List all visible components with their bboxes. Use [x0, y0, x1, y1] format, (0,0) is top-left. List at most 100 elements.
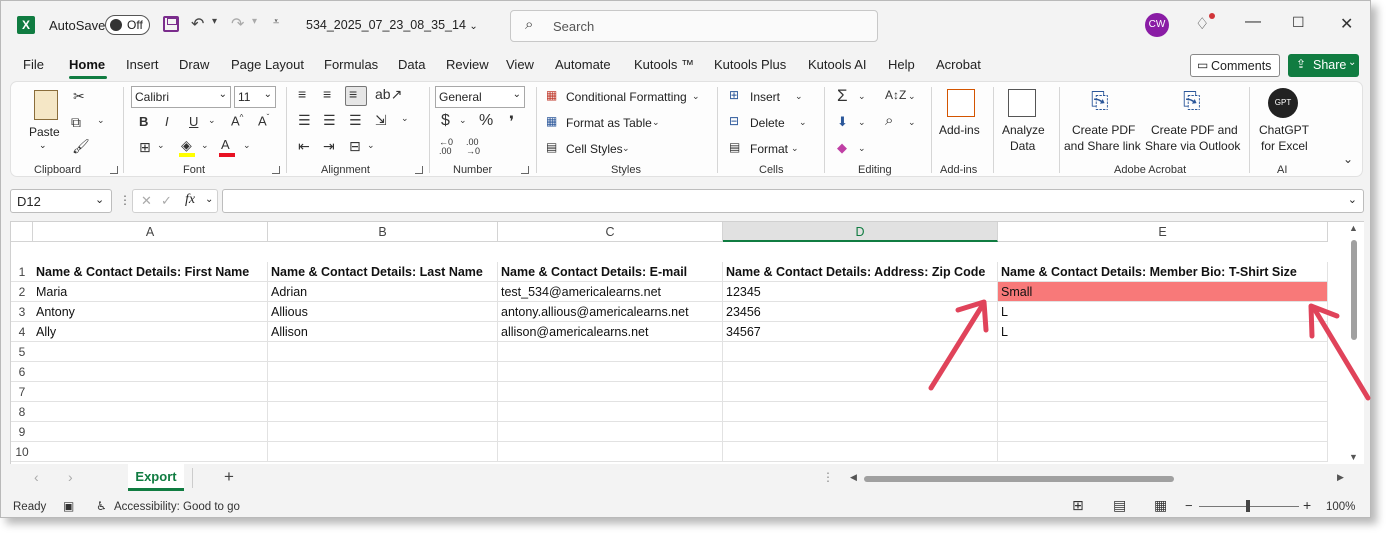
merge-center-icon[interactable]: ⊟: [349, 138, 361, 155]
chatgpt-line1[interactable]: ChatGPT: [1259, 123, 1309, 137]
empty-cell[interactable]: [268, 422, 498, 442]
analyze-data-line2[interactable]: Data: [1010, 139, 1035, 153]
empty-cell[interactable]: [33, 362, 268, 382]
empty-cell[interactable]: [723, 402, 998, 422]
row-header[interactable]: 4: [11, 322, 33, 342]
chevron-down-icon[interactable]: ⌄: [858, 143, 866, 154]
undo-icon[interactable]: ↶: [191, 14, 204, 34]
empty-cell[interactable]: [998, 402, 1328, 422]
chevron-down-icon[interactable]: ⌄: [791, 143, 799, 154]
header-cell[interactable]: Name & Contact Details: Member Bio: T-Sh…: [998, 262, 1328, 282]
table-cell[interactable]: L: [998, 322, 1328, 342]
enter-icon[interactable]: ✓: [161, 193, 172, 209]
empty-cell[interactable]: [268, 442, 498, 462]
chevron-down-icon[interactable]: ⌄: [97, 115, 105, 126]
sheet-tab-export[interactable]: Export: [128, 464, 184, 491]
add-sheet-icon[interactable]: +: [224, 467, 234, 487]
add-ins-icon[interactable]: [947, 89, 975, 117]
share-button[interactable]: ⇪ Share ⌄: [1288, 54, 1359, 77]
header-cell[interactable]: Name & Contact Details: First Name: [33, 262, 268, 282]
page-break-view-icon[interactable]: ▦: [1154, 497, 1167, 514]
table-cell[interactable]: Small: [998, 282, 1328, 302]
format-as-table-button[interactable]: Format as Table: [566, 116, 652, 130]
chevron-down-icon[interactable]: ⌄: [201, 140, 209, 151]
vertical-scrollbar[interactable]: ▲ ▼: [1348, 223, 1360, 464]
empty-cell[interactable]: [33, 422, 268, 442]
cell-styles-button[interactable]: Cell Styles: [566, 142, 623, 156]
row-header[interactable]: 2: [11, 282, 33, 302]
chevron-down-icon[interactable]: ⌄: [367, 140, 375, 151]
row-header[interactable]: 3: [11, 302, 33, 322]
horizontal-scroll-thumb[interactable]: [864, 476, 1174, 482]
top-align-icon[interactable]: ≡: [298, 86, 306, 102]
redo-dropdown-icon[interactable]: ▾: [252, 16, 257, 27]
percent-icon[interactable]: %: [479, 112, 493, 130]
chevron-down-icon[interactable]: ⌄: [692, 91, 700, 102]
tab-help[interactable]: Help: [888, 57, 915, 72]
increase-font-icon[interactable]: A^: [231, 113, 243, 128]
chevron-down-icon[interactable]: ⌄: [858, 117, 866, 128]
empty-cell[interactable]: [998, 342, 1328, 362]
empty-cell[interactable]: [723, 382, 998, 402]
scroll-up-icon[interactable]: ▲: [1349, 223, 1358, 233]
search-input[interactable]: ⌕ Search: [510, 10, 878, 42]
chevron-down-icon[interactable]: ⌄: [622, 143, 630, 154]
number-format-select[interactable]: General ⌄: [435, 86, 525, 108]
tab-acrobat[interactable]: Acrobat: [936, 57, 981, 72]
header-cell[interactable]: Name & Contact Details: Last Name: [268, 262, 498, 282]
bold-icon[interactable]: B: [139, 114, 148, 129]
empty-cell[interactable]: [998, 442, 1328, 462]
zoom-level[interactable]: 100%: [1326, 501, 1355, 513]
chevron-down-icon[interactable]: ⌄: [908, 117, 916, 128]
table-cell[interactable]: antony.allious@americalearns.net: [498, 302, 723, 322]
create-pdf-share-line1[interactable]: Create PDF: [1072, 123, 1135, 137]
accessibility-status[interactable]: Accessibility: Good to go: [114, 501, 240, 513]
tab-data[interactable]: Data: [398, 57, 425, 72]
table-cell[interactable]: 12345: [723, 282, 998, 302]
table-cell[interactable]: allison@americalearns.net: [498, 322, 723, 342]
tab-view[interactable]: View: [506, 57, 534, 72]
scroll-left-icon[interactable]: ◀: [850, 472, 857, 483]
font-launcher-icon[interactable]: [272, 166, 280, 174]
macro-record-icon[interactable]: ▣: [63, 499, 74, 513]
tab-kutools-ai[interactable]: Kutools AI: [808, 57, 867, 72]
empty-cell[interactable]: [268, 362, 498, 382]
increase-decimal-icon[interactable]: ←0.00: [439, 138, 453, 156]
paste-label[interactable]: Paste: [29, 125, 60, 139]
table-cell[interactable]: Ally: [33, 322, 268, 342]
table-cell[interactable]: Allison: [268, 322, 498, 342]
table-cell[interactable]: 23456: [723, 302, 998, 322]
align-left-icon[interactable]: ☰: [298, 112, 311, 129]
minimize-icon[interactable]: —: [1245, 13, 1261, 31]
analyze-data-icon[interactable]: [1008, 89, 1036, 117]
maximize-icon[interactable]: ☐: [1292, 14, 1305, 31]
tab-kutools-plus[interactable]: Kutools Plus: [714, 57, 786, 72]
empty-cell[interactable]: [723, 442, 998, 462]
spreadsheet-grid[interactable]: A B C D E 1 Name & Contact Details: First…: [10, 221, 1364, 464]
clipboard-launcher-icon[interactable]: [110, 166, 118, 174]
name-box[interactable]: D12 ⌄: [10, 189, 112, 213]
chatgpt-icon[interactable]: GPT: [1268, 88, 1298, 118]
empty-cell[interactable]: [723, 342, 998, 362]
paste-icon[interactable]: [34, 90, 58, 120]
empty-cell[interactable]: [498, 362, 723, 382]
font-size-select[interactable]: 11 ⌄: [234, 86, 276, 108]
redo-icon[interactable]: ↷: [231, 14, 244, 34]
font-color-icon[interactable]: A: [221, 137, 230, 152]
chevron-down-icon[interactable]: ⌄: [799, 117, 807, 128]
table-cell[interactable]: Maria: [33, 282, 268, 302]
chevron-down-icon[interactable]: ⌄: [39, 140, 47, 151]
zoom-out-icon[interactable]: −: [1185, 498, 1193, 513]
number-launcher-icon[interactable]: [521, 166, 529, 174]
tab-kutools[interactable]: Kutools ™: [634, 57, 694, 72]
format-cells-button[interactable]: Format: [750, 142, 788, 156]
tab-file[interactable]: File: [23, 57, 44, 72]
save-icon[interactable]: [163, 16, 179, 32]
empty-cell[interactable]: [498, 442, 723, 462]
tab-formulas[interactable]: Formulas: [324, 57, 378, 72]
customize-qat-icon[interactable]: ⩡: [273, 16, 279, 29]
header-cell[interactable]: Name & Contact Details: Address: Zip Cod…: [723, 262, 998, 282]
prev-sheet-icon[interactable]: ‹: [34, 469, 39, 485]
table-cell[interactable]: L: [998, 302, 1328, 322]
row-header[interactable]: 1: [11, 262, 33, 282]
